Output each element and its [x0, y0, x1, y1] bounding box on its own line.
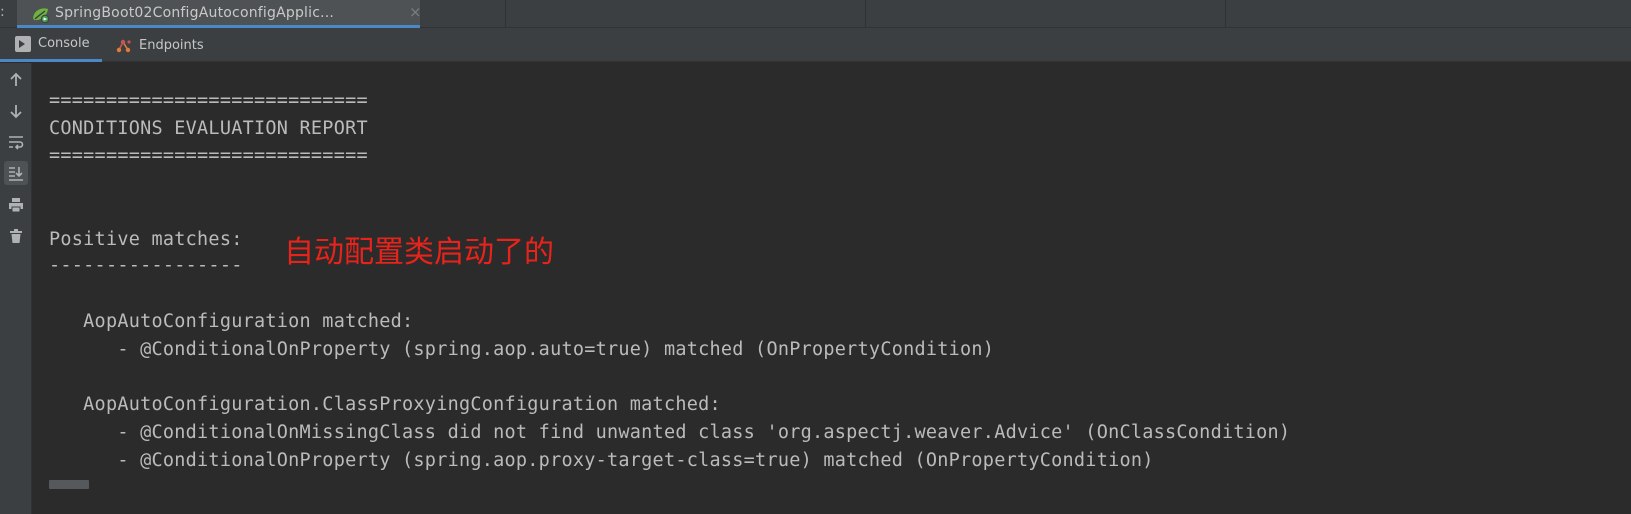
match-entry: AopAutoConfiguration.ClassProxyingConfig…: [49, 394, 721, 415]
tab-console[interactable]: Console: [0, 28, 102, 62]
down-button[interactable]: [4, 99, 28, 123]
tab-divider: [865, 0, 866, 28]
report-title: CONDITIONS EVALUATION REPORT: [49, 118, 368, 139]
tab-endpoints-label: Endpoints: [139, 37, 204, 53]
chinese-annotation: 自动配置类启动了的: [284, 235, 554, 270]
run-tab-application[interactable]: SpringBoot02ConfigAutoconfigApplic... ×: [17, 0, 422, 28]
clear-all-button[interactable]: [4, 224, 28, 248]
scroll-to-end-icon: [9, 167, 23, 181]
console-output[interactable]: ============================ CONDITIONS …: [33, 63, 1631, 514]
close-tab-icon[interactable]: ×: [409, 3, 422, 21]
scroll-to-end-button[interactable]: [4, 161, 28, 185]
up-arrow-icon: [10, 72, 22, 86]
match-condition: - @ConditionalOnProperty (spring.aop.aut…: [49, 339, 995, 360]
spring-boot-run-icon: [33, 8, 50, 24]
positive-matches-heading: Positive matches:: [49, 229, 243, 250]
positive-matches-underline: -----------------: [49, 255, 243, 276]
down-arrow-icon: [10, 105, 22, 119]
horizontal-scrollbar-thumb[interactable]: [49, 480, 89, 489]
tab-console-label: Console: [38, 36, 90, 51]
console-icon: [15, 35, 31, 52]
console-toolbar: [0, 63, 32, 514]
tab-overflow-marker[interactable]: :: [0, 4, 5, 20]
tab-divider: [1225, 0, 1226, 28]
trash-icon: [10, 229, 22, 243]
match-condition: - @ConditionalOnMissingClass did not fin…: [49, 422, 1291, 443]
console-tabbar: Console Endpoints: [0, 28, 1631, 62]
soft-wrap-icon: [9, 136, 24, 150]
match-condition: - @ConditionalOnProperty (spring.aop.pro…: [49, 450, 1154, 471]
report-separator: ============================: [49, 145, 368, 166]
print-icon: [9, 198, 23, 213]
endpoints-icon: [116, 39, 131, 53]
console-bottom-strip: [33, 490, 1631, 514]
run-tab-title: SpringBoot02ConfigAutoconfigApplic...: [55, 5, 335, 21]
run-tool-window-tabbar: : SpringBoot02ConfigAutoconfigApplic... …: [0, 0, 1631, 28]
report-separator: ============================: [49, 90, 368, 111]
tab-endpoints[interactable]: Endpoints: [116, 28, 204, 62]
tab-divider: [505, 0, 506, 28]
up-button[interactable]: [4, 68, 28, 92]
match-entry: AopAutoConfiguration matched:: [49, 311, 414, 332]
print-button[interactable]: [4, 193, 28, 217]
soft-wrap-button[interactable]: [4, 130, 28, 154]
